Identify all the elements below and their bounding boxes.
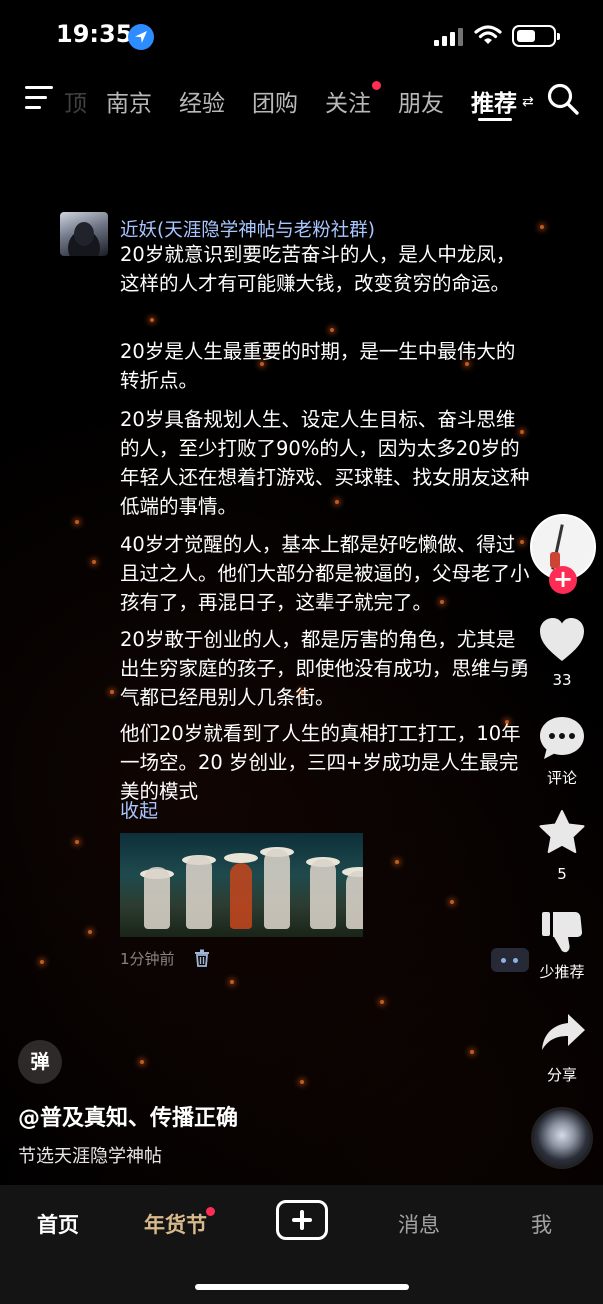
dislike-thumb-icon[interactable] bbox=[541, 910, 583, 958]
creator-username[interactable]: @普及真知、传播正确 bbox=[18, 1100, 238, 1132]
collapse-link[interactable]: 收起 bbox=[120, 796, 158, 823]
tab-friends[interactable]: 朋友 bbox=[398, 84, 444, 118]
ember-particle bbox=[88, 930, 92, 934]
ember-particle bbox=[380, 1000, 384, 1004]
trash-icon[interactable] bbox=[194, 949, 210, 971]
ember-particle bbox=[92, 560, 96, 564]
tab-messages[interactable]: 消息 bbox=[398, 1209, 440, 1239]
tab-following-label: 关注 bbox=[325, 91, 371, 117]
tab-festival[interactable]: 年货节 bbox=[144, 1207, 215, 1239]
tab-experience[interactable]: 经验 bbox=[179, 84, 225, 118]
share-arrow-icon[interactable] bbox=[540, 1012, 586, 1056]
search-icon[interactable] bbox=[546, 82, 580, 120]
like-heart-icon[interactable] bbox=[538, 617, 586, 667]
ember-particle bbox=[40, 960, 44, 964]
tab-me[interactable]: 我 bbox=[531, 1209, 552, 1239]
post-image[interactable] bbox=[120, 833, 363, 937]
post-paragraph: 40岁才觉醒的人，基本上都是好吃懒做、得过且过之人。他们大部分都是被逼的，父母老… bbox=[120, 533, 530, 614]
ember-particle bbox=[330, 328, 334, 332]
danmaku-toggle-button[interactable]: 弹 bbox=[18, 1040, 62, 1084]
post-paragraph: 20岁就意识到要吃苦奋斗的人，是人中龙凤，这样的人才有可能赚大钱，改变贫穷的命运… bbox=[120, 243, 516, 295]
comment-bubble-icon[interactable] bbox=[538, 715, 586, 765]
location-arrow-icon bbox=[128, 24, 154, 50]
ember-particle bbox=[470, 1050, 474, 1054]
tab-group-buy[interactable]: 团购 bbox=[252, 84, 298, 118]
battery-icon bbox=[512, 25, 560, 47]
active-tab-indicator bbox=[478, 118, 512, 121]
ember-particle bbox=[140, 1060, 144, 1064]
tab-festival-label: 年货节 bbox=[144, 1213, 207, 1237]
music-disc[interactable] bbox=[531, 1107, 593, 1169]
like-count: 33 bbox=[552, 671, 572, 689]
favorite-star-icon[interactable] bbox=[539, 810, 585, 858]
author-avatar[interactable] bbox=[60, 212, 108, 256]
status-bar: 19:35 bbox=[0, 0, 603, 70]
tab-following[interactable]: 关注 bbox=[325, 81, 381, 118]
menu-icon[interactable] bbox=[25, 86, 53, 110]
notification-dot bbox=[206, 1207, 215, 1216]
post-paragraph: 20岁敢于创业的人，都是厉害的角色，尤其是出生穷家庭的孩子，即使他没有成功，思维… bbox=[120, 628, 530, 709]
post-timestamp: 1分钟前 bbox=[120, 950, 175, 968]
status-time: 19:35 bbox=[56, 20, 133, 48]
create-plus-button[interactable] bbox=[276, 1200, 328, 1240]
ember-particle bbox=[540, 225, 544, 229]
home-indicator bbox=[195, 1284, 409, 1290]
ember-particle bbox=[75, 840, 79, 844]
video-caption: 节选天涯隐学神帖 bbox=[18, 1146, 162, 1167]
switch-arrows-icon[interactable]: ⇄ bbox=[522, 94, 534, 110]
post-paragraph: 20岁是人生最重要的时期，是一生中最伟大的转折点。 bbox=[120, 340, 516, 392]
share-label: 分享 bbox=[546, 1066, 577, 1084]
wifi-icon bbox=[474, 24, 502, 50]
ember-particle bbox=[230, 980, 234, 984]
post-paragraph: 他们20岁就看到了人生的真相打工打工，10年一场空。20 岁创业，三四+岁成功是… bbox=[120, 722, 521, 803]
follow-button[interactable]: + bbox=[549, 566, 577, 594]
ember-particle bbox=[110, 690, 114, 694]
cellular-signal-icon bbox=[434, 28, 464, 46]
tab-recommended[interactable]: 推荐 bbox=[471, 84, 517, 118]
dislike-label: 少推荐 bbox=[539, 963, 585, 981]
ember-particle bbox=[395, 860, 399, 864]
notification-dot bbox=[372, 81, 381, 90]
top-nav: 顶 南京 经验 团购 关注 朋友 推荐 ⇄ bbox=[0, 72, 603, 128]
favorite-count: 5 bbox=[557, 865, 567, 883]
comment-label: 评论 bbox=[546, 769, 577, 787]
ember-particle bbox=[150, 318, 154, 322]
post-paragraph: 20岁具备规划人生、设定人生目标、奋斗思维的人，至少打败了90%的人，因为太多2… bbox=[120, 408, 530, 518]
tab-home[interactable]: 首页 bbox=[37, 1209, 79, 1239]
tab-nanjing[interactable]: 南京 bbox=[106, 84, 152, 118]
author-name[interactable]: 近妖(天涯隐学神帖与老粉社群) bbox=[120, 216, 375, 242]
ember-particle bbox=[75, 520, 79, 524]
ember-particle bbox=[450, 900, 454, 904]
tab-partial[interactable]: 顶 bbox=[64, 84, 87, 118]
ember-particle bbox=[300, 1080, 304, 1084]
